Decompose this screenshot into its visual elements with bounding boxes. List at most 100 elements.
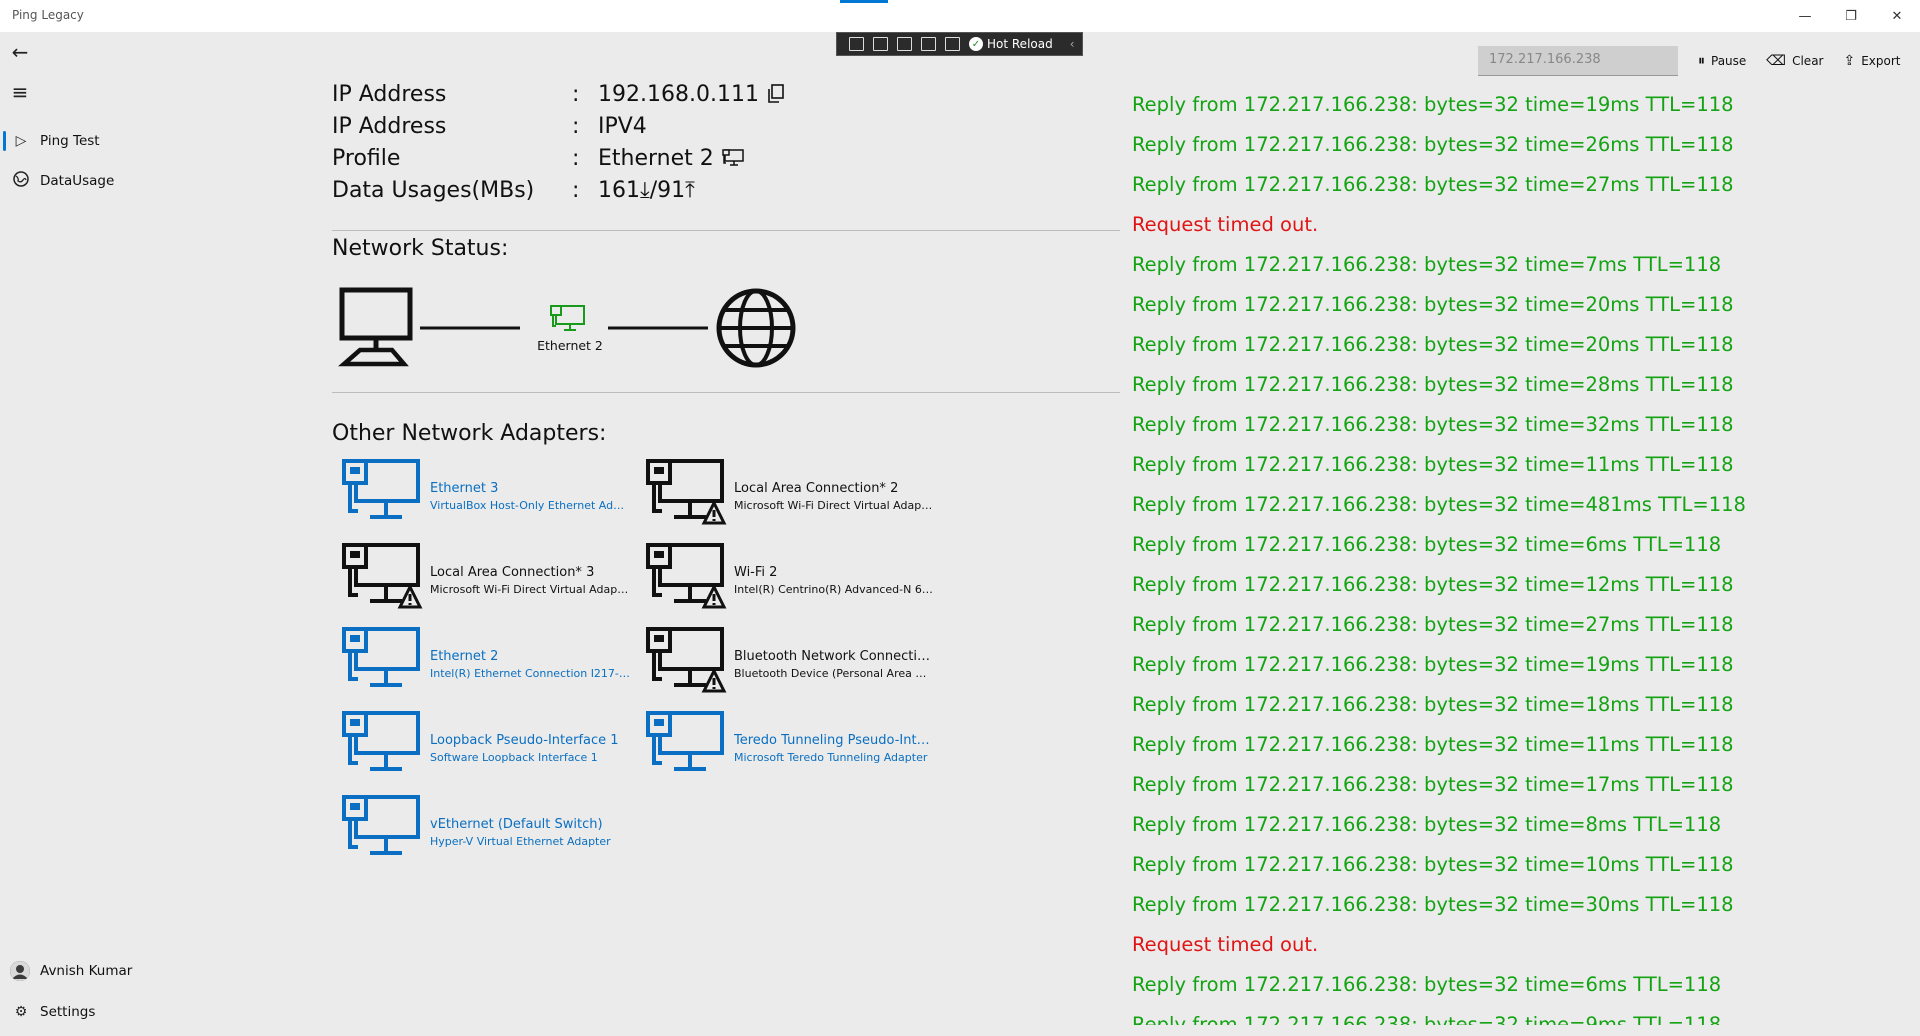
ping-reply-line: Reply from 172.217.166.238: bytes=32 tim… [1132, 453, 1734, 476]
export-button[interactable]: ⇪ Export [1843, 53, 1900, 69]
adapter-item[interactable]: Bluetooth Network Connectio... Bluetooth … [638, 625, 938, 695]
hamburger-menu-icon[interactable]: ≡ [8, 80, 32, 104]
adapter-item[interactable]: vEthernet (Default Switch) Hyper-V Virtua… [334, 793, 634, 863]
close-button[interactable]: ✕ [1874, 0, 1920, 32]
adapter-item[interactable]: Teredo Tunneling Pseudo-Inte... Microsoft… [638, 709, 938, 779]
ping-reply-line: Reply from 172.217.166.238: bytes=32 tim… [1132, 493, 1746, 516]
export-icon: ⇪ [1843, 53, 1856, 69]
pause-icon: ⏸ [1698, 53, 1705, 69]
info-row-profile: Profile : Ethernet 2 [332, 142, 785, 174]
nav-item-label: DataUsage [40, 173, 115, 189]
nav-item-ping-test[interactable]: ▷ Ping Test [0, 123, 300, 159]
globe-icon [716, 288, 796, 368]
adapter-description: Software Loopback Interface 1 [430, 751, 598, 764]
info-colon: : [572, 113, 580, 139]
nav-item-user[interactable]: Avnish Kumar [0, 953, 300, 989]
ping-timeout-line: Request timed out. [1132, 213, 1319, 236]
nav-item-datausage[interactable]: DataUsage [0, 163, 300, 199]
ping-reply-line: Reply from 172.217.166.238: bytes=32 tim… [1132, 173, 1734, 196]
ping-reply-line: Reply from 172.217.166.238: bytes=32 tim… [1132, 533, 1722, 556]
info-colon: : [572, 177, 580, 203]
adapter-icon [550, 305, 585, 331]
info-colon: : [572, 81, 580, 107]
info-row-data-usage: Data Usages(MBs) : 161 ⤓ / 91 ⤒ [332, 174, 785, 206]
app-title: Ping Legacy [12, 8, 84, 22]
adapter-name: Local Area Connection* 3 [430, 565, 595, 580]
ping-reply-line: Reply from 172.217.166.238: bytes=32 tim… [1132, 613, 1734, 636]
info-key: IP Address [332, 81, 447, 107]
ping-reply-line: Reply from 172.217.166.238: bytes=32 tim… [1132, 333, 1734, 356]
ping-reply-line: Reply from 172.217.166.238: bytes=32 tim… [1132, 573, 1734, 596]
adapter-warning-icon [342, 543, 423, 609]
nav-item-settings[interactable]: ⚙ Settings [0, 994, 300, 1030]
ethernet-icon [722, 149, 744, 166]
select-element-icon[interactable] [873, 37, 888, 51]
adapter-item[interactable]: Loopback Pseudo-Interface 1 Software Loop… [334, 709, 634, 779]
network-status-diagram [338, 287, 796, 368]
adapter-item[interactable]: Ethernet 3 VirtualBox Host-Only Ethernet … [334, 457, 634, 527]
play-icon: ▷ [15, 133, 27, 149]
minimize-button[interactable]: — [1782, 0, 1828, 32]
hot-reload-button[interactable]: ✓ Hot Reload [969, 37, 1053, 51]
ping-reply-line: Reply from 172.217.166.238: bytes=32 tim… [1132, 293, 1734, 316]
adapter-item[interactable]: Wi-Fi 2 Intel(R) Centrino(R) Advanced-N 6… [638, 541, 938, 611]
connection-info: IP Address : 192.168.0.111 IP Address : … [332, 78, 785, 206]
adapter-description: VirtualBox Host-Only Ethernet Adap... [430, 499, 630, 512]
clear-icon: ⌫ [1766, 53, 1787, 69]
layout-adorners-icon[interactable] [945, 37, 960, 51]
ping-reply-line: Reply from 172.217.166.238: bytes=32 tim… [1132, 133, 1734, 156]
clear-button[interactable]: ⌫ Clear [1766, 53, 1823, 69]
avatar [10, 961, 30, 981]
adapter-name: Local Area Connection* 2 [734, 481, 899, 496]
navigation-pane: ← ≡ ▷ Ping Test DataUsage Avnish Kumar ⚙… [0, 32, 300, 1036]
ethernet-adapter-icon [342, 711, 420, 771]
adapter-description: Microsoft Wi-Fi Direct Virtual Adapt... [734, 499, 934, 512]
download-value: 161 [598, 177, 640, 203]
info-row-ip-version: IP Address : IPV4 [332, 110, 785, 142]
adapter-item[interactable]: Ethernet 2 Intel(R) Ethernet Connection I… [334, 625, 634, 695]
display-adorners-icon[interactable] [897, 37, 912, 51]
info-colon: : [572, 145, 580, 171]
ping-reply-line: Reply from 172.217.166.238: bytes=32 tim… [1132, 773, 1734, 796]
ping-reply-line: Reply from 172.217.166.238: bytes=32 tim… [1132, 1013, 1722, 1025]
adapter-name: Loopback Pseudo-Interface 1 [430, 733, 619, 748]
address-input[interactable]: 172.217.166.238 [1478, 46, 1678, 76]
adapter-description: Microsoft Teredo Tunneling Adapter [734, 751, 928, 764]
pause-button[interactable]: ⏸ Pause [1698, 53, 1746, 69]
live-tree-icon[interactable] [849, 37, 864, 51]
ping-reply-line: Reply from 172.217.166.238: bytes=32 tim… [1132, 973, 1722, 996]
divider [332, 230, 1120, 231]
info-value: Ethernet 2 [598, 146, 744, 171]
ping-reply-line: Reply from 172.217.166.238: bytes=32 tim… [1132, 733, 1734, 756]
profile-value: Ethernet 2 [598, 145, 714, 171]
usage-separator: / [649, 177, 658, 203]
adapter-name: Teredo Tunneling Pseudo-Inte... [734, 733, 934, 748]
ping-reply-line: Reply from 172.217.166.238: bytes=32 tim… [1132, 693, 1734, 716]
adapter-item[interactable]: Local Area Connection* 2 Microsoft Wi-Fi … [638, 457, 938, 527]
divider [332, 392, 1120, 393]
ping-reply-line: Reply from 172.217.166.238: bytes=32 tim… [1132, 893, 1734, 916]
export-label: Export [1861, 54, 1901, 68]
nav-item-label: Settings [40, 1004, 96, 1020]
info-row-ip: IP Address : 192.168.0.111 [332, 78, 785, 110]
other-adapters-title: Other Network Adapters: [332, 421, 607, 446]
computer-icon [338, 287, 413, 367]
restore-button[interactable]: ❐ [1828, 0, 1874, 32]
ethernet-adapter-icon [342, 459, 420, 519]
ping-log[interactable]: Reply from 172.217.166.238: bytes=32 tim… [1132, 85, 1912, 1025]
ping-reply-line: Reply from 172.217.166.238: bytes=32 tim… [1132, 413, 1734, 436]
pause-label: Pause [1711, 54, 1747, 68]
adapter-item[interactable]: Local Area Connection* 3 Microsoft Wi-Fi … [334, 541, 634, 611]
collapse-chevron-icon[interactable]: ‹ [1070, 37, 1075, 51]
ping-toolbar: 172.217.166.238 ⏸ Pause ⌫ Clear ⇪ Export [1478, 46, 1901, 76]
ethernet-adapter-icon [646, 711, 724, 771]
clear-label: Clear [1792, 54, 1824, 68]
copy-icon[interactable] [767, 84, 785, 104]
ip-address-value: 192.168.0.111 [598, 81, 759, 107]
back-arrow-icon[interactable]: ← [8, 40, 32, 64]
ping-reply-line: Reply from 172.217.166.238: bytes=32 tim… [1132, 653, 1734, 676]
adapter-name: Ethernet 2 [430, 649, 499, 664]
track-focus-icon[interactable] [921, 37, 936, 51]
ip-version-value: IPV4 [598, 113, 647, 139]
info-value: 161 ⤓ / 91 ⤒ [598, 178, 695, 203]
